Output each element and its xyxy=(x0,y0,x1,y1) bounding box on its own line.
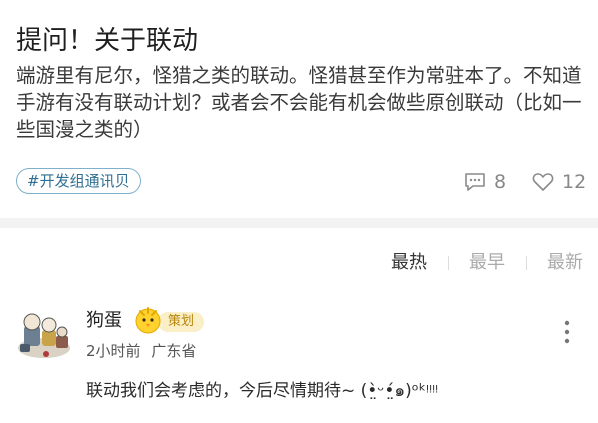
comment-bubble-icon xyxy=(464,172,486,192)
heart-icon xyxy=(532,172,554,192)
comment-time: 2小时前 xyxy=(86,342,141,360)
sort-divider xyxy=(448,256,449,270)
sort-earliest-tab[interactable]: 最早 xyxy=(469,250,505,276)
topic-tag[interactable]: #开发组通讯贝 xyxy=(16,168,141,194)
post-body: 端游里有尼尔，怪猎之类的联动。怪猎甚至作为常驻本了。不知道手游有没有联动计划？或… xyxy=(16,64,582,141)
comment-meta: 2小时前 广东省 xyxy=(86,341,196,361)
avatar[interactable] xyxy=(16,308,72,360)
comment-count-button[interactable]: 8 xyxy=(464,168,506,196)
comment-text: 联动我们会考虑的，今后尽情期待~ (•̤̀ᵕ•̤́๑)ᵒᵏᵎᵎᵎᵎ xyxy=(86,381,439,401)
section-divider xyxy=(0,218,598,228)
more-vertical-icon xyxy=(558,320,576,350)
comment-sort-bar: 最热 最早 最新 xyxy=(0,250,598,276)
comment-location: 广东省 xyxy=(151,342,197,360)
chick-mascot-icon xyxy=(132,304,166,336)
sort-divider xyxy=(526,256,527,270)
like-button[interactable]: 12 xyxy=(532,168,586,196)
comment-username[interactable]: 狗蛋 xyxy=(86,308,122,334)
like-count: 12 xyxy=(562,171,587,193)
post-title: 提问！关于联动 xyxy=(16,26,199,57)
comment-count: 8 xyxy=(494,171,507,193)
sort-hot-tab[interactable]: 最热 xyxy=(391,250,427,276)
more-options-button[interactable] xyxy=(558,318,576,346)
sort-latest-tab[interactable]: 最新 xyxy=(547,250,583,276)
